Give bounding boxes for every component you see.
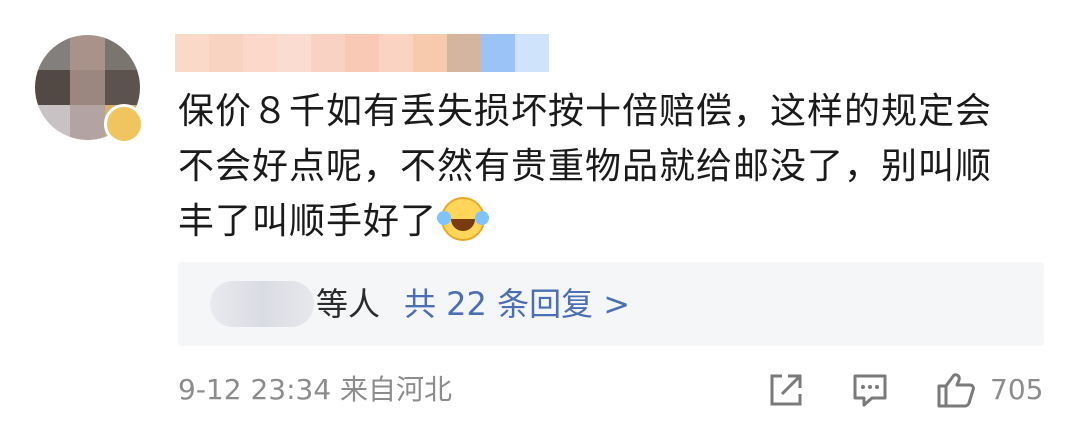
view-replies-link[interactable]: 共 22 条回复 > — [404, 282, 630, 326]
like-count: 705 — [990, 373, 1044, 406]
comment-line-3: 丰了叫顺手好了 — [178, 194, 1038, 249]
like-icon[interactable] — [936, 372, 976, 408]
comment-icon[interactable] — [852, 372, 888, 408]
avatar-mosaic-cell — [105, 70, 140, 105]
username-blur-cell — [481, 34, 515, 72]
avatar-mosaic-cell — [35, 35, 70, 70]
verified-badge-icon — [104, 104, 144, 144]
avatar-mosaic-cell — [70, 35, 105, 70]
username-blur-cell — [243, 34, 277, 72]
username-blur-cell — [277, 34, 311, 72]
comment-text: 保价８千如有丢失损坏按十倍赔偿，这样的规定会 不会好点呢，不然有贵重物品就给邮没… — [178, 84, 1038, 249]
username-blur-cell — [379, 34, 413, 72]
username-blur-cell — [209, 34, 243, 72]
share-icon[interactable] — [768, 372, 804, 408]
avatar-mosaic-cell — [105, 35, 140, 70]
username-blur-cell — [311, 34, 345, 72]
avatar-mosaic-cell — [35, 105, 70, 140]
username-blur-cell — [345, 34, 379, 72]
comment-line-3-text: 丰了叫顺手好了 — [178, 201, 438, 242]
reply-suffix: 等人 — [316, 285, 381, 323]
replies-preview[interactable]: 等人 共 22 条回复 > — [178, 262, 1044, 346]
comment-line-1: 保价８千如有丢失损坏按十倍赔偿，这样的规定会 — [178, 91, 993, 132]
username-blur-cell — [175, 34, 209, 72]
avatar-mosaic-cell — [70, 105, 105, 140]
avatar-mosaic-cell — [70, 70, 105, 105]
laughing-crying-emoji-icon — [437, 197, 486, 241]
avatar-mosaic-cell — [35, 70, 70, 105]
comment-meta: 9-12 23:34 来自河北 — [178, 373, 453, 406]
username-blur-cell — [413, 34, 447, 72]
comment-line-2: 不会好点呢，不然有贵重物品就给邮没了，别叫顺 — [178, 146, 993, 187]
username-blur-cell — [515, 34, 549, 72]
username-blurred[interactable] — [175, 34, 549, 72]
reply-username-blurred — [210, 281, 314, 327]
username-blur-cell — [447, 34, 481, 72]
